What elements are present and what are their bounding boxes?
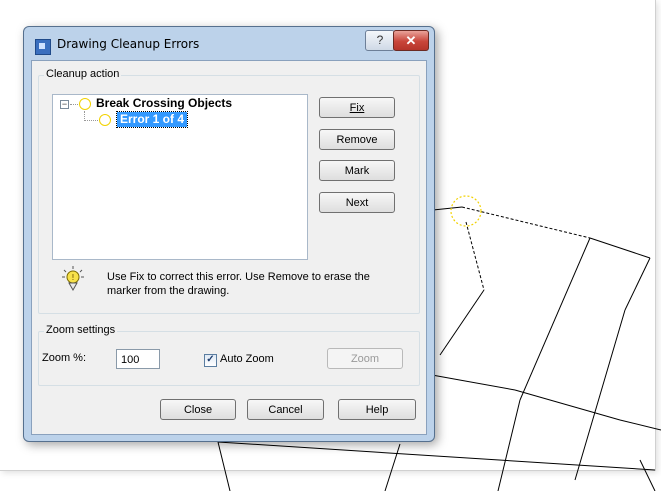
fix-button[interactable]: Fix (319, 97, 395, 118)
dialog-title: Drawing Cleanup Errors (57, 37, 200, 51)
drawing-cleanup-errors-dialog: Drawing Cleanup Errors ? ✕ Cleanup actio… (23, 26, 435, 442)
help-button[interactable]: Help (338, 399, 416, 420)
dialog-client-area: Cleanup action − Break Crossing Objects … (31, 60, 427, 435)
dialog-titlebar[interactable]: Drawing Cleanup Errors ? ✕ (24, 27, 434, 59)
close-icon[interactable]: ✕ (393, 30, 429, 51)
drawing-line (589, 237, 651, 259)
drawing-line (639, 459, 656, 491)
tree-child-item-selected[interactable]: Error 1 of 4 (115, 111, 189, 128)
zoom-settings-label: Zoom settings (44, 324, 118, 336)
error-tree[interactable]: − Break Crossing Objects Error 1 of 4 (52, 94, 308, 260)
drawing-line (217, 441, 656, 471)
drawing-line (431, 374, 516, 391)
drawing-line (497, 399, 521, 491)
lightbulb-icon: ! (62, 266, 84, 292)
auto-zoom-label[interactable]: Auto Zoom (220, 353, 274, 365)
tree-connector (84, 120, 98, 121)
drawing-line (519, 237, 591, 401)
remove-button-label: Remove (336, 134, 378, 146)
next-button-label: Next (345, 197, 369, 209)
cancel-button[interactable]: Cancel (247, 399, 324, 420)
zoom-percent-label: Zoom %: (42, 352, 87, 364)
auto-zoom-checkbox[interactable]: ✓ (204, 354, 217, 367)
drawing-line (574, 309, 626, 481)
mark-button[interactable]: Mark (319, 160, 395, 181)
drawing-line (217, 441, 231, 491)
drawing-line (514, 389, 621, 421)
tree-connector (70, 104, 78, 105)
mark-button-label: Mark (344, 165, 370, 177)
drawing-line (624, 257, 651, 311)
close-button[interactable]: Close (160, 399, 236, 420)
svg-text:!: ! (71, 273, 74, 282)
drawing-line (384, 443, 401, 491)
cleanup-action-label: Cleanup action (44, 68, 122, 80)
zoom-button[interactable]: Zoom (327, 348, 403, 369)
drawing-line (432, 206, 463, 211)
next-button[interactable]: Next (319, 192, 395, 213)
hint-text: Use Fix to correct this error. Use Remov… (107, 271, 370, 297)
zoom-percent-input[interactable]: 100 (116, 349, 160, 369)
drawing-line (619, 419, 661, 431)
fix-button-label: Fix (349, 102, 365, 114)
tree-root-item[interactable]: Break Crossing Objects (96, 96, 232, 110)
drawing-line-dashed (465, 221, 485, 291)
drawing-line (439, 289, 485, 356)
root-marker-icon (79, 98, 91, 110)
remove-button[interactable]: Remove (319, 129, 395, 150)
app-icon (35, 39, 51, 55)
collapse-icon[interactable]: − (60, 100, 69, 109)
child-marker-icon (99, 114, 111, 126)
help-title-button[interactable]: ? (365, 30, 395, 51)
